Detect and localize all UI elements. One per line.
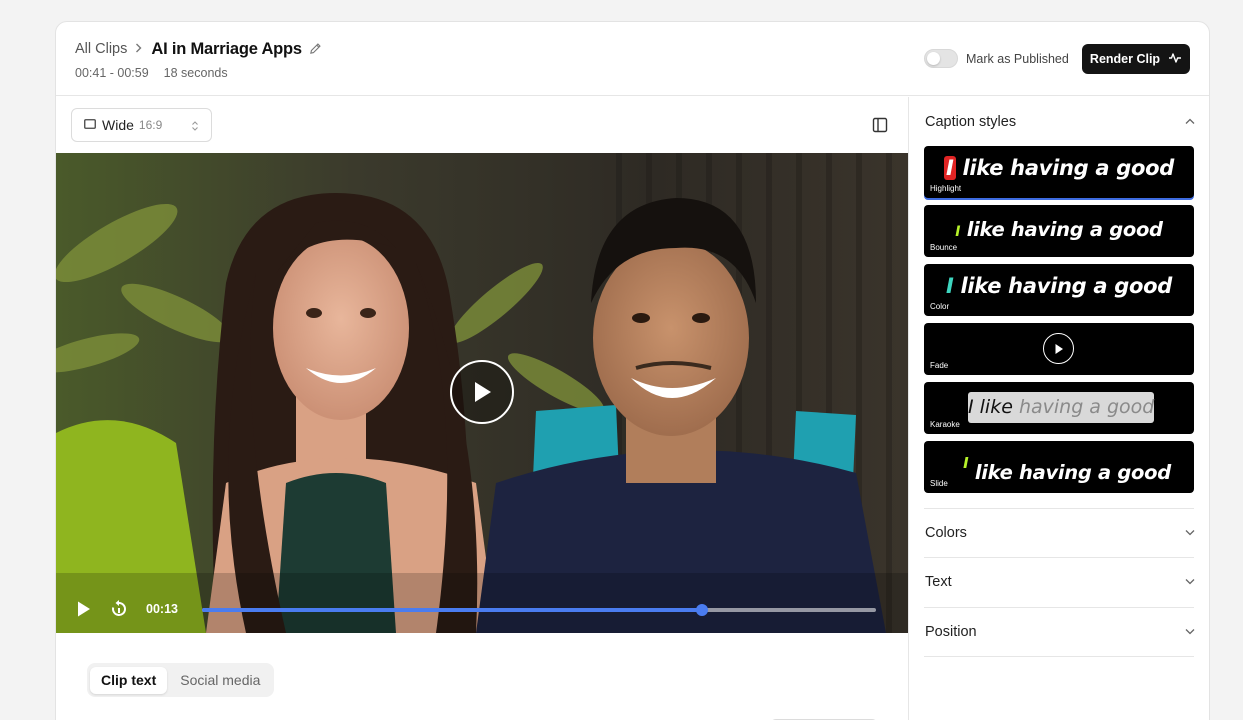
play-icon: [1055, 343, 1063, 354]
caption-first-word: I: [945, 274, 954, 298]
chevron-right-icon: [135, 42, 142, 56]
video-controls: 00:13: [56, 589, 908, 633]
text-title: Text: [925, 573, 952, 590]
caption-style-slide[interactable]: I like having a good Slide: [924, 441, 1194, 493]
sidebar-toggle-icon[interactable]: [872, 117, 888, 138]
caption-style-label: Highlight: [930, 184, 962, 193]
rectangle-icon: [84, 116, 96, 134]
video-preview[interactable]: 00:13: [56, 153, 908, 633]
video-play-overlay-button[interactable]: [450, 360, 514, 424]
breadcrumb: All Clips AI in Marriage Apps: [75, 38, 323, 60]
position-section-header[interactable]: Position: [925, 607, 1195, 656]
caption-sample: I like having a good: [968, 392, 1154, 423]
clip-duration: 18 seconds: [163, 66, 228, 80]
seek-bar-progress: [202, 608, 703, 612]
up-down-chevron-icon: [191, 119, 199, 137]
play-icon: [78, 601, 90, 617]
caption-sample: I like having a good: [924, 218, 1194, 241]
caption-first-word: I: [963, 454, 969, 472]
tab-clip-text[interactable]: Clip text: [90, 666, 168, 694]
caption-sample-text: like having a good: [962, 156, 1175, 180]
chevron-down-icon: [1185, 530, 1195, 536]
clip-header: All Clips AI in Marriage Apps 00:41 - 00…: [56, 22, 1209, 96]
caption-sample-text: like having a good: [966, 218, 1163, 241]
caption-first-word: I: [943, 156, 956, 180]
breadcrumb-all-clips[interactable]: All Clips: [75, 41, 127, 57]
aspect-ratio-value: 16:9: [138, 118, 163, 132]
text-section-header[interactable]: Text: [925, 557, 1195, 606]
caption-style-fade[interactable]: Fade: [924, 323, 1194, 375]
caption-style-label: Color: [930, 302, 950, 311]
caption-sample-unsung: having a good: [1018, 396, 1155, 418]
caption-styles-header[interactable]: Caption styles: [925, 97, 1195, 146]
caption-sidebar: Caption styles I like having a good High…: [908, 97, 1209, 720]
seek-bar-handle[interactable]: [696, 604, 709, 616]
clip-editor-card: All Clips AI in Marriage Apps 00:41 - 00…: [55, 21, 1210, 720]
publish-toggle-group: Mark as Published: [924, 49, 1069, 68]
caption-style-list: I like having a good Highlight I like ha…: [924, 146, 1194, 500]
render-clip-label: Render Clip: [1089, 52, 1161, 66]
divider: [924, 656, 1194, 657]
chevron-down-icon: [1185, 629, 1195, 635]
clip-title: AI in Marriage Apps: [151, 39, 302, 58]
colors-section-header[interactable]: Colors: [925, 508, 1195, 557]
caption-style-bounce[interactable]: I like having a good Bounce: [924, 205, 1194, 257]
caption-style-color[interactable]: I like having a good Color: [924, 264, 1194, 316]
toggle-knob: [927, 52, 940, 65]
aspect-ratio-select[interactable]: Wide 16:9: [71, 108, 212, 142]
caption-sample-text: like having a good: [960, 274, 1173, 298]
caption-style-highlight[interactable]: I like having a good Highlight: [924, 146, 1194, 198]
caption-first-word: I: [955, 224, 961, 240]
content-tabs: Clip text Social media: [87, 663, 275, 697]
tab-social-media[interactable]: Social media: [169, 667, 271, 694]
publish-toggle[interactable]: [924, 49, 958, 68]
caption-style-label: Karaoke: [930, 420, 960, 429]
render-clip-button[interactable]: Render Clip: [1082, 44, 1190, 74]
pencil-icon[interactable]: [309, 42, 323, 56]
clip-time-range: 00:41 - 00:59: [75, 66, 149, 80]
chevron-up-icon: [1185, 118, 1195, 124]
caption-style-label: Bounce: [930, 243, 958, 252]
waveform-icon: [1168, 52, 1182, 67]
caption-style-karaoke[interactable]: I like having a good Karaoke: [924, 382, 1194, 434]
caption-style-label: Slide: [930, 479, 948, 488]
chevron-down-icon: [1185, 579, 1195, 585]
preview-play-button[interactable]: [1043, 333, 1074, 364]
caption-style-label: Fade: [930, 361, 949, 370]
play-button[interactable]: [76, 600, 92, 623]
clip-meta: 00:41 - 00:59 18 seconds: [75, 66, 228, 80]
position-title: Position: [925, 623, 977, 640]
player-area: Wide 16:9 00:13 Clip text Social media: [56, 97, 908, 720]
caption-sample-text: like having a good: [974, 461, 1171, 484]
publish-toggle-label: Mark as Published: [966, 51, 1069, 66]
current-time: 00:13: [146, 602, 178, 616]
aspect-name: Wide: [102, 117, 134, 133]
seek-bar[interactable]: [202, 604, 876, 616]
caption-sample: I like having a good: [932, 454, 1194, 484]
play-icon: [475, 382, 491, 402]
caption-sample: I like having a good: [924, 156, 1194, 180]
caption-sample: I like having a good: [924, 274, 1194, 298]
caption-styles-title: Caption styles: [925, 113, 1017, 130]
colors-title: Colors: [925, 524, 967, 541]
replay-icon[interactable]: [109, 599, 129, 624]
caption-sample-sung: I like: [968, 396, 1013, 418]
